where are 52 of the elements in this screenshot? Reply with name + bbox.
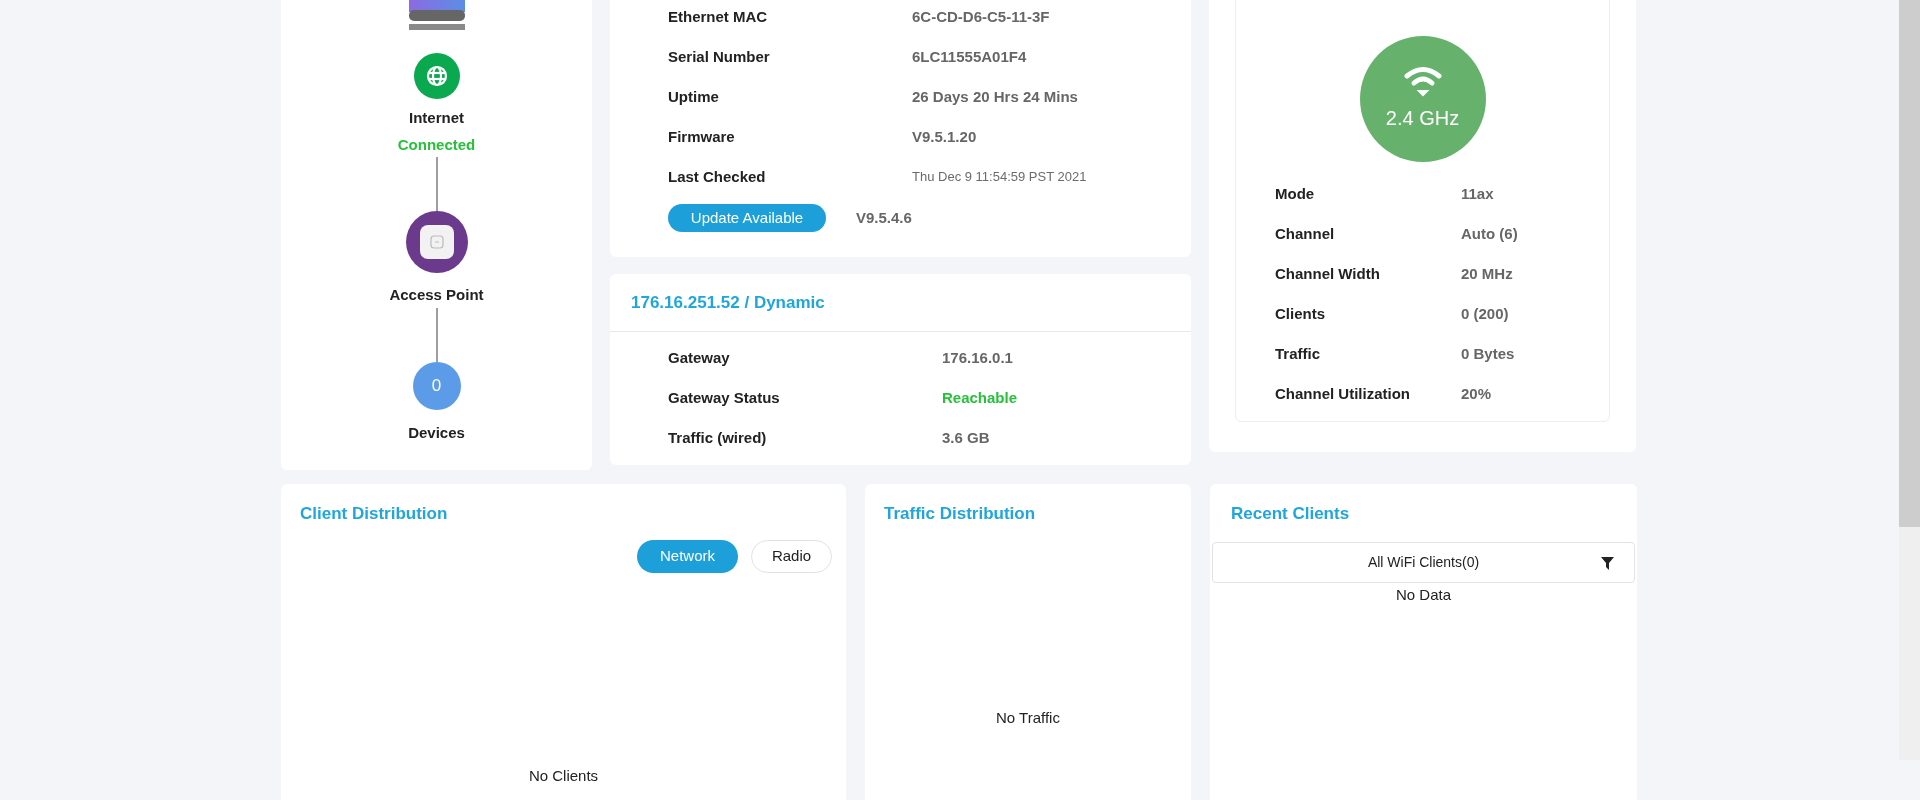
scrollbar[interactable]: [1899, 0, 1920, 760]
field-value: V9.5.1.20: [912, 126, 977, 147]
field-label: Clients: [1275, 303, 1326, 324]
toggle-tab[interactable]: Radio: [751, 540, 832, 573]
field-value: Reachable: [942, 387, 1018, 408]
connector-line: [435, 157, 438, 211]
field-value: 26 Days 20 Hrs 24 Mins: [912, 86, 1078, 107]
field-label: Gateway: [668, 347, 731, 368]
card-title: Client Distribution: [300, 504, 448, 523]
globe-icon: [425, 65, 448, 87]
scrollbar-thumb[interactable]: [1899, 0, 1920, 527]
card-title: 176.16.251.52 / Dynamic: [631, 291, 825, 314]
field-value: 176.16.0.1: [942, 347, 1013, 368]
node-label: Devices: [408, 423, 465, 443]
node-label: Access Point: [389, 285, 484, 305]
field-label: Channel Utilization: [1275, 383, 1411, 404]
field-label: Mode: [1275, 183, 1316, 204]
field-value: Auto (6): [1461, 223, 1518, 244]
available-version: V9.5.4.6: [856, 207, 912, 228]
field-label: Ethernet MAC: [668, 6, 769, 27]
connector-line: [435, 308, 438, 362]
field-value: 0 Bytes: [1461, 343, 1515, 364]
field-value: 6C-CD-D6-C5-11-3F: [912, 6, 1050, 27]
field-value: 20 MHz: [1461, 263, 1513, 284]
field-value: Thu Dec 9 11:54:59 PST 2021: [912, 168, 1087, 187]
connection-status: Connected: [397, 135, 476, 155]
field-value: 3.6 GB: [942, 427, 990, 448]
wifi-icon: [1402, 65, 1443, 97]
field-value: 20%: [1461, 383, 1492, 404]
filter-icon[interactable]: [1601, 557, 1614, 570]
field-label: Uptime: [668, 86, 720, 107]
field-label: Channel: [1275, 223, 1336, 244]
field-value: 0 (200): [1461, 303, 1509, 324]
empty-message: No Data: [1396, 585, 1451, 605]
field-value: 6LC11555A01F4: [912, 46, 1027, 67]
access-point-icon: [418, 224, 455, 260]
node-label: Internet: [409, 108, 464, 128]
device-count-badge: 0: [412, 362, 461, 410]
band-label: 2.4 GHz: [1385, 106, 1460, 131]
field-label: Firmware: [668, 126, 736, 147]
field-label: Last Checked: [668, 166, 767, 187]
field-value: 11ax: [1461, 183, 1494, 204]
field-label: Serial Number: [668, 46, 771, 67]
card-title: Traffic Distribution: [884, 504, 1036, 523]
field-label: Gateway Status: [668, 387, 781, 408]
field-label: Traffic (wired): [668, 427, 768, 448]
filter-bar[interactable]: All WiFi Clients(0): [1212, 542, 1635, 583]
field-label: Channel Width: [1275, 263, 1381, 284]
card-title: Recent Clients: [1231, 504, 1350, 523]
field-label: Traffic: [1275, 343, 1321, 364]
empty-message: No Clients: [528, 766, 599, 786]
empty-message: No Traffic: [996, 708, 1060, 728]
